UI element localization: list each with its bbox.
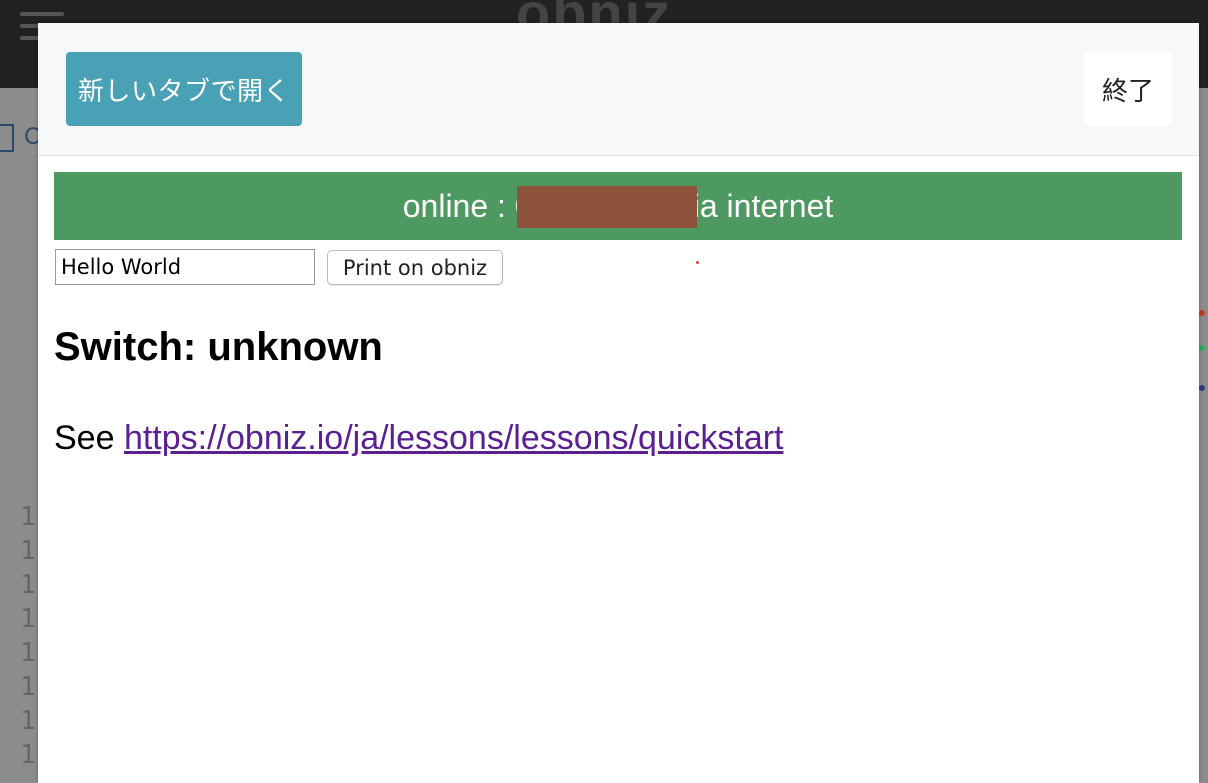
quickstart-link[interactable]: https://obniz.io/ja/lessons/lessons/quic… — [124, 419, 784, 457]
print-text-input[interactable] — [55, 249, 315, 285]
editor-line-numbers: 1 1 1 1 1 1 1 1 — [20, 500, 36, 772]
preview-modal: 新しいタブで開く 終了 online : 0746-8874 via inter… — [38, 23, 1199, 783]
see-prefix: See — [54, 419, 124, 457]
line-number: 1 — [20, 536, 36, 566]
line-number: 1 — [20, 604, 36, 634]
online-status-bar: online : 0746-8874 via internet — [54, 172, 1182, 240]
line-number: 1 — [20, 570, 36, 600]
redaction-block — [516, 185, 697, 228]
print-on-obniz-button[interactable]: Print on obniz — [327, 250, 503, 285]
file-icon — [0, 124, 14, 152]
line-number: 1 — [20, 740, 36, 770]
open-in-new-tab-button[interactable]: 新しいタブで開く — [66, 52, 302, 126]
status-prefix: online : — [402, 187, 515, 224]
line-number: 1 — [20, 672, 36, 702]
see-line: See https://obniz.io/ja/lessons/lessons/… — [54, 419, 784, 458]
switch-state-heading: Switch: unknown — [54, 325, 383, 369]
line-number: 1 — [20, 706, 36, 736]
dot-mark — [696, 261, 699, 264]
modal-header: 新しいタブで開く 終了 — [38, 23, 1199, 156]
close-button[interactable]: 終了 — [1084, 52, 1172, 126]
line-number: 1 — [20, 502, 36, 532]
line-number: 1 — [20, 638, 36, 668]
